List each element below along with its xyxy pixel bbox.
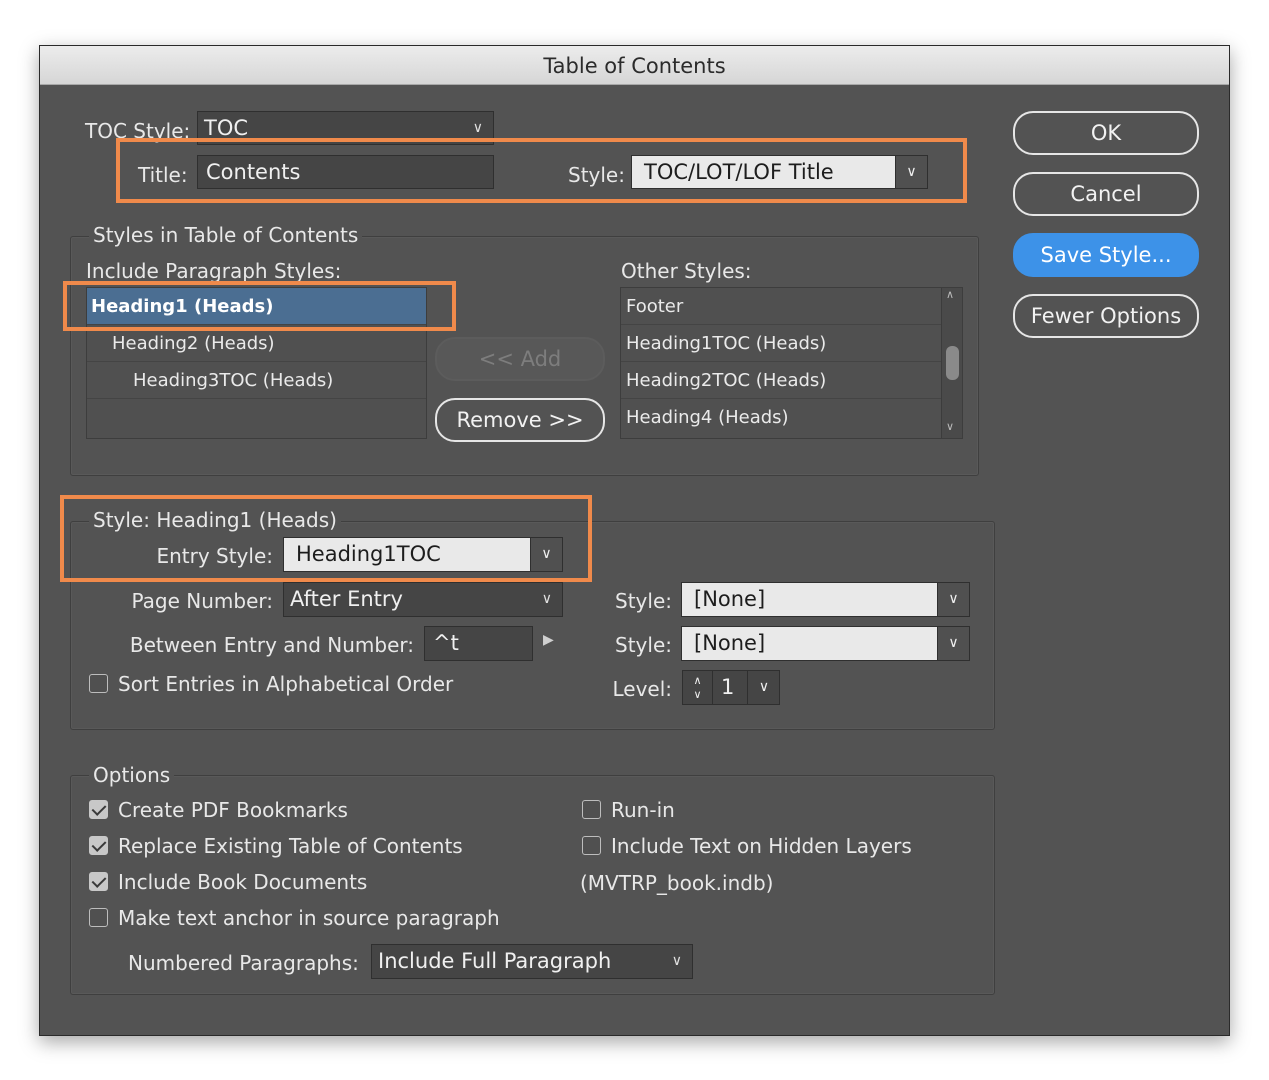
options-group-legend: Options: [89, 763, 175, 787]
triangle-right-icon[interactable]: ▶: [543, 632, 554, 648]
chevron-down-icon: ∨: [937, 627, 969, 660]
other-styles-label: Other Styles:: [621, 259, 752, 283]
include-styles-list[interactable]: Heading1 (Heads) Heading2 (Heads) Headin…: [86, 287, 427, 439]
window-title: Table of Contents: [40, 46, 1229, 85]
list-item[interactable]: Heading2 (Heads): [87, 325, 426, 362]
list-item[interactable]: Heading3TOC (Heads): [87, 362, 426, 399]
book-name: (MVTRP_book.indb): [580, 871, 774, 895]
create-pdf-checkbox[interactable]: [89, 800, 108, 819]
scroll-up-icon[interactable]: ∧: [946, 288, 954, 301]
remove-button[interactable]: Remove >>: [435, 398, 605, 442]
run-in-label: Run-in: [611, 798, 675, 822]
page-number-dropdown[interactable]: After Entry ∨: [283, 582, 563, 617]
style1-value: [None]: [694, 587, 766, 611]
style2-label: Style:: [615, 633, 672, 657]
make-anchor-checkbox[interactable]: [89, 908, 108, 927]
title-style-dropdown[interactable]: TOC/LOT/LOF Title ∨: [631, 155, 928, 189]
chevron-down-icon: ∨: [937, 583, 969, 616]
level-label: Level:: [612, 677, 672, 701]
level-value: 1: [721, 675, 735, 699]
chevron-down-icon: ∨: [472, 120, 483, 136]
numbered-paragraphs-label: Numbered Paragraphs:: [128, 951, 359, 975]
title-style-value: TOC/LOT/LOF Title: [644, 160, 834, 184]
page-number-value: After Entry: [290, 587, 403, 611]
fewer-options-button[interactable]: Fewer Options: [1013, 294, 1199, 338]
style2-dropdown[interactable]: [None] ∨: [681, 626, 970, 661]
ok-button[interactable]: OK: [1013, 111, 1199, 155]
scroll-thumb[interactable]: [946, 346, 959, 380]
entry-style-label: Entry Style:: [156, 544, 273, 568]
title-label: Title:: [138, 163, 188, 187]
toc-style-value: TOC: [204, 116, 249, 140]
add-button[interactable]: << Add: [435, 337, 605, 381]
include-book-label: Include Book Documents: [118, 870, 368, 894]
style1-dropdown[interactable]: [None] ∨: [681, 582, 970, 617]
page-number-label: Page Number:: [131, 589, 273, 613]
replace-existing-checkbox[interactable]: [89, 836, 108, 855]
between-value: ^t: [433, 631, 459, 655]
toc-style-dropdown[interactable]: TOC ∨: [197, 111, 494, 145]
scrollbar[interactable]: ∧ ∨: [941, 288, 962, 438]
between-input[interactable]: ^t: [424, 626, 533, 661]
include-hidden-label: Include Text on Hidden Layers: [611, 834, 912, 858]
list-item[interactable]: Heading1 (Heads): [87, 288, 426, 325]
include-book-checkbox[interactable]: [89, 872, 108, 891]
style-group-legend: Style: Heading1 (Heads): [89, 508, 341, 532]
save-style-button[interactable]: Save Style...: [1013, 233, 1199, 277]
list-item[interactable]: Footer: [621, 288, 941, 325]
run-in-checkbox[interactable]: [582, 800, 601, 819]
sort-checkbox[interactable]: [89, 674, 108, 693]
list-item[interactable]: Heading4 (Heads): [621, 399, 941, 436]
include-hidden-checkbox[interactable]: [582, 836, 601, 855]
chevron-down-icon: ∨: [530, 538, 562, 571]
make-anchor-label: Make text anchor in source paragraph: [118, 906, 500, 930]
chevron-down-icon[interactable]: ∨: [747, 671, 780, 704]
list-item[interactable]: Heading2TOC (Heads): [621, 362, 941, 399]
chevron-down-icon: ∨: [895, 156, 927, 188]
entry-style-value: Heading1TOC: [296, 542, 441, 566]
level-stepper[interactable]: ∧ ∨ 1 ∨: [682, 670, 780, 705]
style1-label: Style:: [615, 589, 672, 613]
toc-style-label: TOC Style:: [85, 119, 191, 143]
stepper-icon[interactable]: ∧ ∨: [683, 671, 713, 704]
toc-dialog: Table of Contents TOC Style: TOC ∨ Title…: [39, 45, 1230, 1036]
style2-value: [None]: [694, 631, 766, 655]
title-input[interactable]: Contents: [197, 155, 494, 189]
entry-style-dropdown[interactable]: Heading1TOC ∨: [283, 537, 563, 572]
title-value: Contents: [206, 160, 301, 184]
include-styles-label: Include Paragraph Styles:: [86, 259, 342, 283]
cancel-button[interactable]: Cancel: [1013, 172, 1199, 216]
list-item[interactable]: Heading1TOC (Heads): [621, 325, 941, 362]
numbered-paragraphs-value: Include Full Paragraph: [378, 949, 612, 973]
numbered-paragraphs-dropdown[interactable]: Include Full Paragraph ∨: [371, 944, 693, 979]
other-styles-list[interactable]: Footer Heading1TOC (Heads) Heading2TOC (…: [620, 287, 963, 439]
chevron-down-icon: ∨: [671, 953, 682, 969]
create-pdf-label: Create PDF Bookmarks: [118, 798, 348, 822]
sort-label: Sort Entries in Alphabetical Order: [118, 672, 454, 696]
styles-group-legend: Styles in Table of Contents: [89, 223, 363, 247]
chevron-down-icon: ∨: [541, 591, 552, 607]
between-label: Between Entry and Number:: [129, 633, 414, 657]
title-style-label: Style:: [568, 163, 625, 187]
replace-existing-label: Replace Existing Table of Contents: [118, 834, 463, 858]
scroll-down-icon[interactable]: ∨: [946, 420, 954, 433]
